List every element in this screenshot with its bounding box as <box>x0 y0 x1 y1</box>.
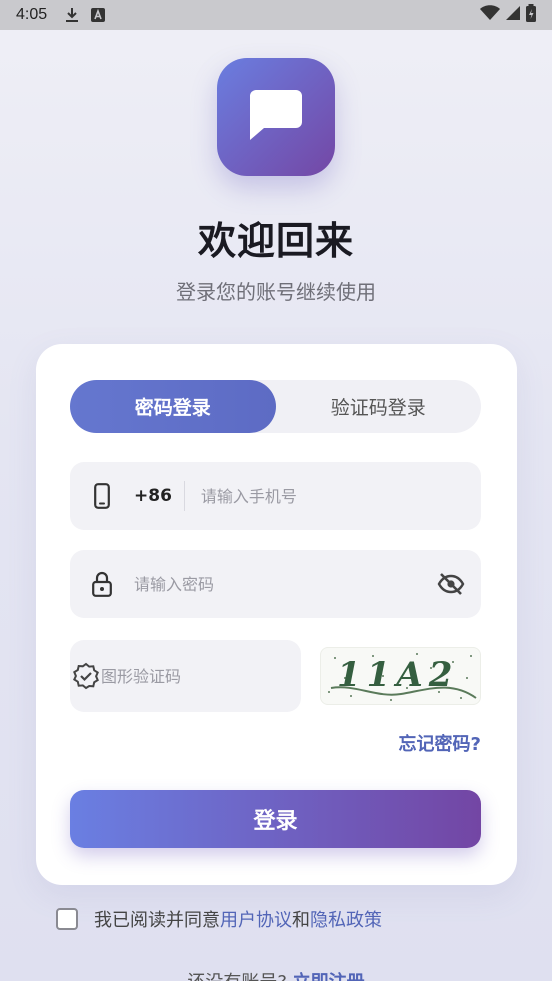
captcha-field <box>70 640 301 712</box>
captcha-text: 11A2 <box>337 655 458 695</box>
signal-icon <box>506 5 520 25</box>
register-row: 还没有账号? 立即注册 <box>0 968 552 981</box>
agreement-checkbox[interactable] <box>56 908 78 930</box>
login-button[interactable]: 登录 <box>70 790 481 848</box>
page-title: 欢迎回来 <box>197 219 354 263</box>
wifi-icon <box>480 4 500 26</box>
a-badge-icon <box>91 8 106 22</box>
page-subtitle: 登录您的账号继续使用 <box>176 280 376 304</box>
tab-code-login[interactable]: 验证码登录 <box>276 380 482 433</box>
battery-icon <box>526 3 536 27</box>
login-card: 密码登录 验证码登录 +86 请输入手机号 图形验证码 11A2 忘记密码? 登… <box>36 344 517 885</box>
status-bar: 4:05 <box>0 0 552 30</box>
agreement-prefix: 我已阅读并同意 <box>94 910 220 931</box>
password-field <box>70 550 481 618</box>
phone-icon <box>70 483 134 509</box>
phone-field: +86 <box>70 462 481 530</box>
country-code[interactable]: +86 <box>134 481 185 511</box>
phone-input[interactable] <box>184 462 481 530</box>
login-mode-tabs: 密码登录 验证码登录 <box>70 380 481 433</box>
download-icon <box>65 7 79 23</box>
password-input[interactable] <box>134 550 421 618</box>
register-link[interactable]: 立即注册 <box>293 972 365 981</box>
captcha-image[interactable]: 11A2 <box>320 647 481 705</box>
captcha-input[interactable] <box>101 640 301 712</box>
status-time: 4:05 <box>16 6 48 23</box>
terms-link[interactable]: 用户协议 <box>220 906 292 932</box>
eye-off-icon[interactable] <box>421 573 481 595</box>
forgot-password-link[interactable]: 忘记密码? <box>399 730 481 756</box>
agreement-and: 和 <box>292 910 310 931</box>
chat-bubble-icon <box>250 90 302 144</box>
privacy-link[interactable]: 隐私政策 <box>310 906 382 932</box>
agreement-row: 我已阅读并同意 用户协议 和 隐私政策 <box>56 906 382 932</box>
register-question: 还没有账号? <box>187 972 287 981</box>
app-logo <box>217 58 335 176</box>
lock-icon <box>70 571 134 597</box>
verified-badge-icon <box>70 662 101 690</box>
tab-password-login[interactable]: 密码登录 <box>70 380 276 433</box>
